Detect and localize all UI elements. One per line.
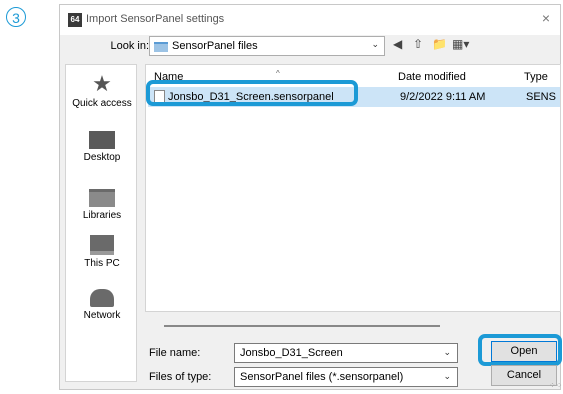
look-in-value: SensorPanel files: [172, 40, 258, 52]
place-label: Desktop: [83, 152, 121, 163]
look-in-dropdown[interactable]: SensorPanel files ⌄: [149, 36, 385, 56]
place-network[interactable]: Network: [66, 289, 138, 321]
libraries-icon: [89, 189, 115, 207]
place-desktop[interactable]: Desktop: [66, 131, 138, 163]
horizontal-scrollbar[interactable]: [164, 325, 440, 327]
look-in-label: Look in:: [110, 40, 149, 52]
back-icon[interactable]: ◀: [393, 37, 402, 51]
file-date: 9/2/2022 9:11 AM: [400, 91, 486, 103]
place-label: Quick access: [72, 98, 132, 109]
file-type-label: Files of type:: [149, 371, 212, 383]
view-menu-icon[interactable]: ▦▾: [452, 37, 469, 51]
file-highlight-annotation: [146, 80, 358, 106]
column-header-type[interactable]: Type: [524, 71, 548, 83]
chevron-down-icon: ⌄: [443, 371, 451, 381]
aida64-app-icon: 64: [68, 13, 82, 27]
open-highlight-annotation: [478, 334, 562, 366]
network-icon: [90, 289, 114, 307]
chevron-down-icon: ⌄: [371, 39, 379, 49]
computer-icon: [90, 235, 114, 255]
place-quick-access[interactable]: ★ Quick access: [66, 71, 138, 110]
star-icon: ★: [92, 71, 112, 96]
chevron-down-icon: ⌄: [443, 347, 451, 357]
close-icon[interactable]: ×: [542, 10, 550, 26]
place-label: Libraries: [82, 210, 122, 221]
file-type-value: SensorPanel files (*.sensorpanel): [240, 371, 404, 383]
file-name-label: File name:: [149, 347, 201, 359]
desktop-icon: [89, 131, 115, 149]
dialog-title: Import SensorPanel settings: [86, 13, 225, 25]
folder-icon: [154, 42, 168, 52]
place-libraries[interactable]: Libraries: [66, 189, 138, 221]
sort-ascending-icon: ^: [276, 69, 280, 78]
step-number-badge: 3: [6, 7, 26, 27]
place-label: Network: [83, 310, 121, 321]
up-folder-icon[interactable]: ⇧: [413, 37, 423, 51]
place-this-pc[interactable]: This PC: [66, 235, 138, 269]
file-type-select[interactable]: SensorPanel files (*.sensorpanel) ⌄: [234, 367, 458, 387]
file-type: SENS: [526, 91, 556, 103]
new-folder-icon[interactable]: 📁: [432, 37, 447, 51]
places-bar: ★ Quick access Desktop Libraries This PC…: [65, 64, 137, 382]
file-name-value: Jonsbo_D31_Screen: [240, 347, 343, 359]
title-bar: 64 Import SensorPanel settings ×: [60, 5, 560, 35]
cancel-button[interactable]: Cancel: [491, 365, 557, 386]
column-header-date[interactable]: Date modified: [398, 71, 466, 83]
file-name-field[interactable]: Jonsbo_D31_Screen ⌄: [234, 343, 458, 363]
resize-grip-icon[interactable]: ⁘⁘: [549, 381, 562, 390]
place-label: This PC: [84, 258, 120, 269]
